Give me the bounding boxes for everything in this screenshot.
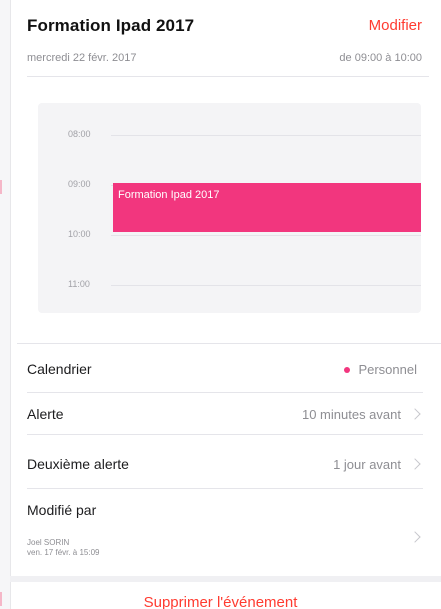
chevron-right-icon (409, 458, 421, 470)
modified-by-label: Modifié par (27, 502, 97, 518)
calendar-label: Calendrier (27, 361, 92, 377)
event-detail-page: Formation Ipad 2017 Modifier mercredi 22… (0, 0, 441, 609)
chevron-right-icon (409, 408, 421, 420)
hour-label: 10:00 (68, 229, 91, 239)
modified-by-timestamp: ven. 17 févr. à 15:09 (27, 548, 100, 557)
day-view-preview: 08:00 09:00 10:00 11:00 Formation Ipad 2… (38, 103, 421, 313)
alert-row[interactable]: Alerte 10 minutes avant (27, 393, 423, 435)
event-time-range: de 09:00 à 10:00 (339, 52, 422, 64)
second-alert-value: 1 jour avant (333, 457, 401, 472)
calendar-value: Personnel (344, 362, 417, 377)
hour-label: 11:00 (68, 279, 90, 289)
calendar-name: Personnel (358, 362, 417, 377)
chevron-right-icon (409, 531, 421, 543)
hour-line (111, 135, 421, 136)
left-rule (0, 0, 11, 609)
modified-by-row[interactable]: Modifié par Joel SORIN ven. 17 févr. à 1… (27, 489, 423, 575)
hour-line (111, 285, 421, 286)
section-separator-band (10, 576, 441, 582)
alert-value: 10 minutes avant (301, 407, 401, 422)
calendar-color-dot (344, 366, 351, 373)
hour-label: 08:00 (68, 129, 91, 139)
delete-event-button[interactable]: Supprimer l'événement (0, 594, 441, 609)
header-divider (27, 76, 429, 77)
event-date: mercredi 22 févr. 2017 (27, 52, 137, 64)
hour-line (111, 235, 421, 236)
hour-row: 08:00 (38, 129, 421, 143)
edit-button[interactable]: Modifier (369, 17, 422, 34)
hour-label: 09:00 (68, 179, 91, 189)
left-marker (0, 180, 2, 194)
event-block[interactable]: Formation Ipad 2017 (113, 183, 421, 232)
second-alert-label: Deuxième alerte (27, 456, 129, 472)
calendar-row[interactable]: Calendrier Personnel (27, 344, 423, 393)
hour-row: 11:00 (38, 279, 421, 293)
second-alert-row[interactable]: Deuxième alerte 1 jour avant (27, 435, 423, 489)
event-block-title: Formation Ipad 2017 (118, 189, 220, 201)
event-title: Formation Ipad 2017 (27, 16, 195, 35)
alert-label: Alerte (27, 406, 64, 422)
